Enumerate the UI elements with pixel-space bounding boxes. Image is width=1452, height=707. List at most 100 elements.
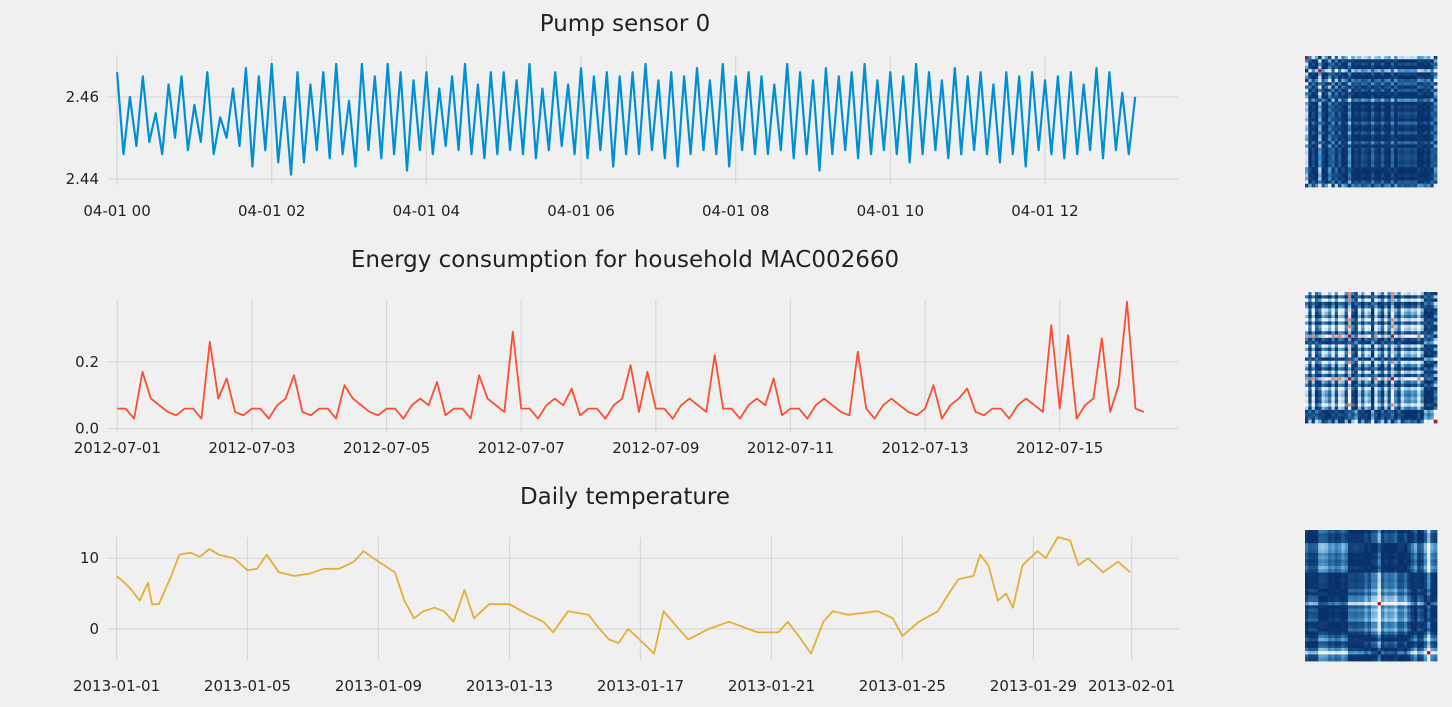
heatmap-cell — [1400, 602, 1405, 606]
heatmap-cell — [1387, 416, 1392, 421]
heatmap-cell — [1427, 72, 1431, 77]
heatmap-cell — [1390, 331, 1395, 335]
heatmap-cell — [1318, 105, 1322, 109]
heatmap-cell — [1364, 341, 1369, 345]
heatmap-cell — [1354, 341, 1359, 345]
heatmap-cell — [1305, 150, 1309, 155]
heatmap-cell — [1331, 634, 1336, 639]
heatmap-cell — [1328, 147, 1332, 152]
heatmap-cell — [1420, 605, 1425, 609]
heatmap-cell — [1397, 121, 1402, 126]
heatmap-cell — [1347, 562, 1352, 567]
heatmap-cell — [1324, 131, 1329, 135]
heatmap-cell — [1433, 292, 1438, 296]
heatmap-cell — [1394, 183, 1398, 188]
heatmap-cell — [1417, 598, 1421, 603]
heatmap-cell — [1407, 314, 1411, 319]
heatmap-cell — [1351, 654, 1355, 659]
heatmap-cell — [1324, 373, 1329, 378]
heatmap-cell — [1305, 579, 1309, 583]
heatmap-cell — [1314, 62, 1319, 67]
heatmap-cell — [1344, 147, 1349, 152]
heatmap-cell — [1311, 157, 1316, 162]
heatmap-cell — [1308, 575, 1312, 580]
heatmap-cell — [1347, 128, 1352, 132]
heatmap-cell — [1387, 647, 1392, 652]
heatmap-cell — [1331, 147, 1336, 152]
heatmap-cell — [1357, 170, 1362, 175]
heatmap-cell — [1380, 634, 1385, 639]
heatmap-cell — [1338, 124, 1342, 129]
heatmap-cell — [1417, 114, 1421, 119]
heatmap-cell — [1371, 657, 1375, 662]
heatmap-cell — [1321, 88, 1326, 93]
heatmap-cell — [1420, 651, 1425, 655]
heatmap-cell — [1331, 536, 1336, 541]
heatmap-cell — [1407, 549, 1411, 554]
heatmap-cell — [1397, 131, 1402, 135]
heatmap-cell — [1334, 324, 1339, 329]
heatmap-cell — [1371, 533, 1375, 537]
heatmap-cell — [1357, 631, 1362, 636]
heatmap-cell — [1354, 150, 1359, 155]
heatmap-cell — [1347, 118, 1352, 122]
heatmap-cell — [1338, 154, 1342, 158]
heatmap-cell — [1404, 364, 1408, 368]
heatmap-cell — [1357, 530, 1362, 534]
heatmap-cell — [1423, 173, 1428, 178]
heatmap-cell — [1351, 62, 1355, 67]
heatmap-cell — [1321, 128, 1326, 132]
heatmap-cell — [1334, 134, 1339, 139]
heatmap-cell — [1308, 118, 1312, 122]
heatmap-cell — [1420, 59, 1425, 63]
heatmap-cell — [1427, 595, 1431, 600]
heatmap-cell — [1321, 602, 1326, 606]
heatmap-cell — [1387, 634, 1392, 639]
heatmap-cell — [1380, 611, 1385, 616]
heatmap-cell — [1417, 592, 1421, 596]
heatmap-cell — [1397, 298, 1402, 303]
heatmap-cell — [1384, 598, 1388, 603]
heatmap-cell — [1374, 608, 1378, 613]
heatmap-cell — [1324, 354, 1329, 358]
heatmap-cell — [1433, 383, 1438, 388]
heatmap-cell — [1400, 311, 1405, 316]
heatmap-cell — [1410, 634, 1415, 639]
heatmap-cell — [1404, 308, 1408, 313]
heatmap-cell — [1341, 556, 1345, 560]
heatmap-cell — [1354, 318, 1359, 322]
heatmap-cell — [1407, 144, 1411, 149]
heatmap-cell — [1334, 78, 1339, 83]
heatmap-cell — [1321, 403, 1326, 408]
heatmap-cell — [1400, 344, 1405, 349]
heatmap-cell — [1430, 121, 1435, 126]
heatmap-cell — [1413, 552, 1418, 557]
heatmap-cell — [1420, 88, 1425, 93]
heatmap-cell — [1374, 654, 1378, 659]
heatmap-cell — [1367, 354, 1372, 358]
heatmap-cell — [1433, 56, 1438, 60]
heatmap-cell — [1410, 101, 1415, 106]
x-tick-label: 04-01 12 — [1011, 202, 1078, 220]
heatmap-cell — [1407, 552, 1411, 557]
heatmap-cell — [1354, 85, 1359, 90]
heatmap-cell — [1311, 373, 1316, 378]
heatmap-cell — [1404, 536, 1408, 541]
heatmap-cell — [1390, 608, 1395, 613]
heatmap-cell — [1334, 608, 1339, 613]
heatmap-cell — [1374, 530, 1378, 534]
heatmap-cell — [1328, 78, 1332, 83]
heatmap-cell — [1413, 344, 1418, 349]
heatmap-cell — [1410, 556, 1415, 560]
heatmap-cell — [1321, 137, 1326, 142]
heatmap-cell — [1433, 605, 1438, 609]
heatmap-cell — [1324, 308, 1329, 313]
heatmap-cell — [1400, 173, 1405, 178]
heatmap-cell — [1413, 141, 1418, 145]
heatmap-cell — [1318, 530, 1322, 534]
heatmap-cell — [1354, 419, 1359, 424]
heatmap-cell — [1321, 180, 1326, 185]
heatmap-cell — [1390, 618, 1395, 623]
heatmap-cell — [1311, 403, 1316, 408]
heatmap-cell — [1374, 98, 1378, 103]
